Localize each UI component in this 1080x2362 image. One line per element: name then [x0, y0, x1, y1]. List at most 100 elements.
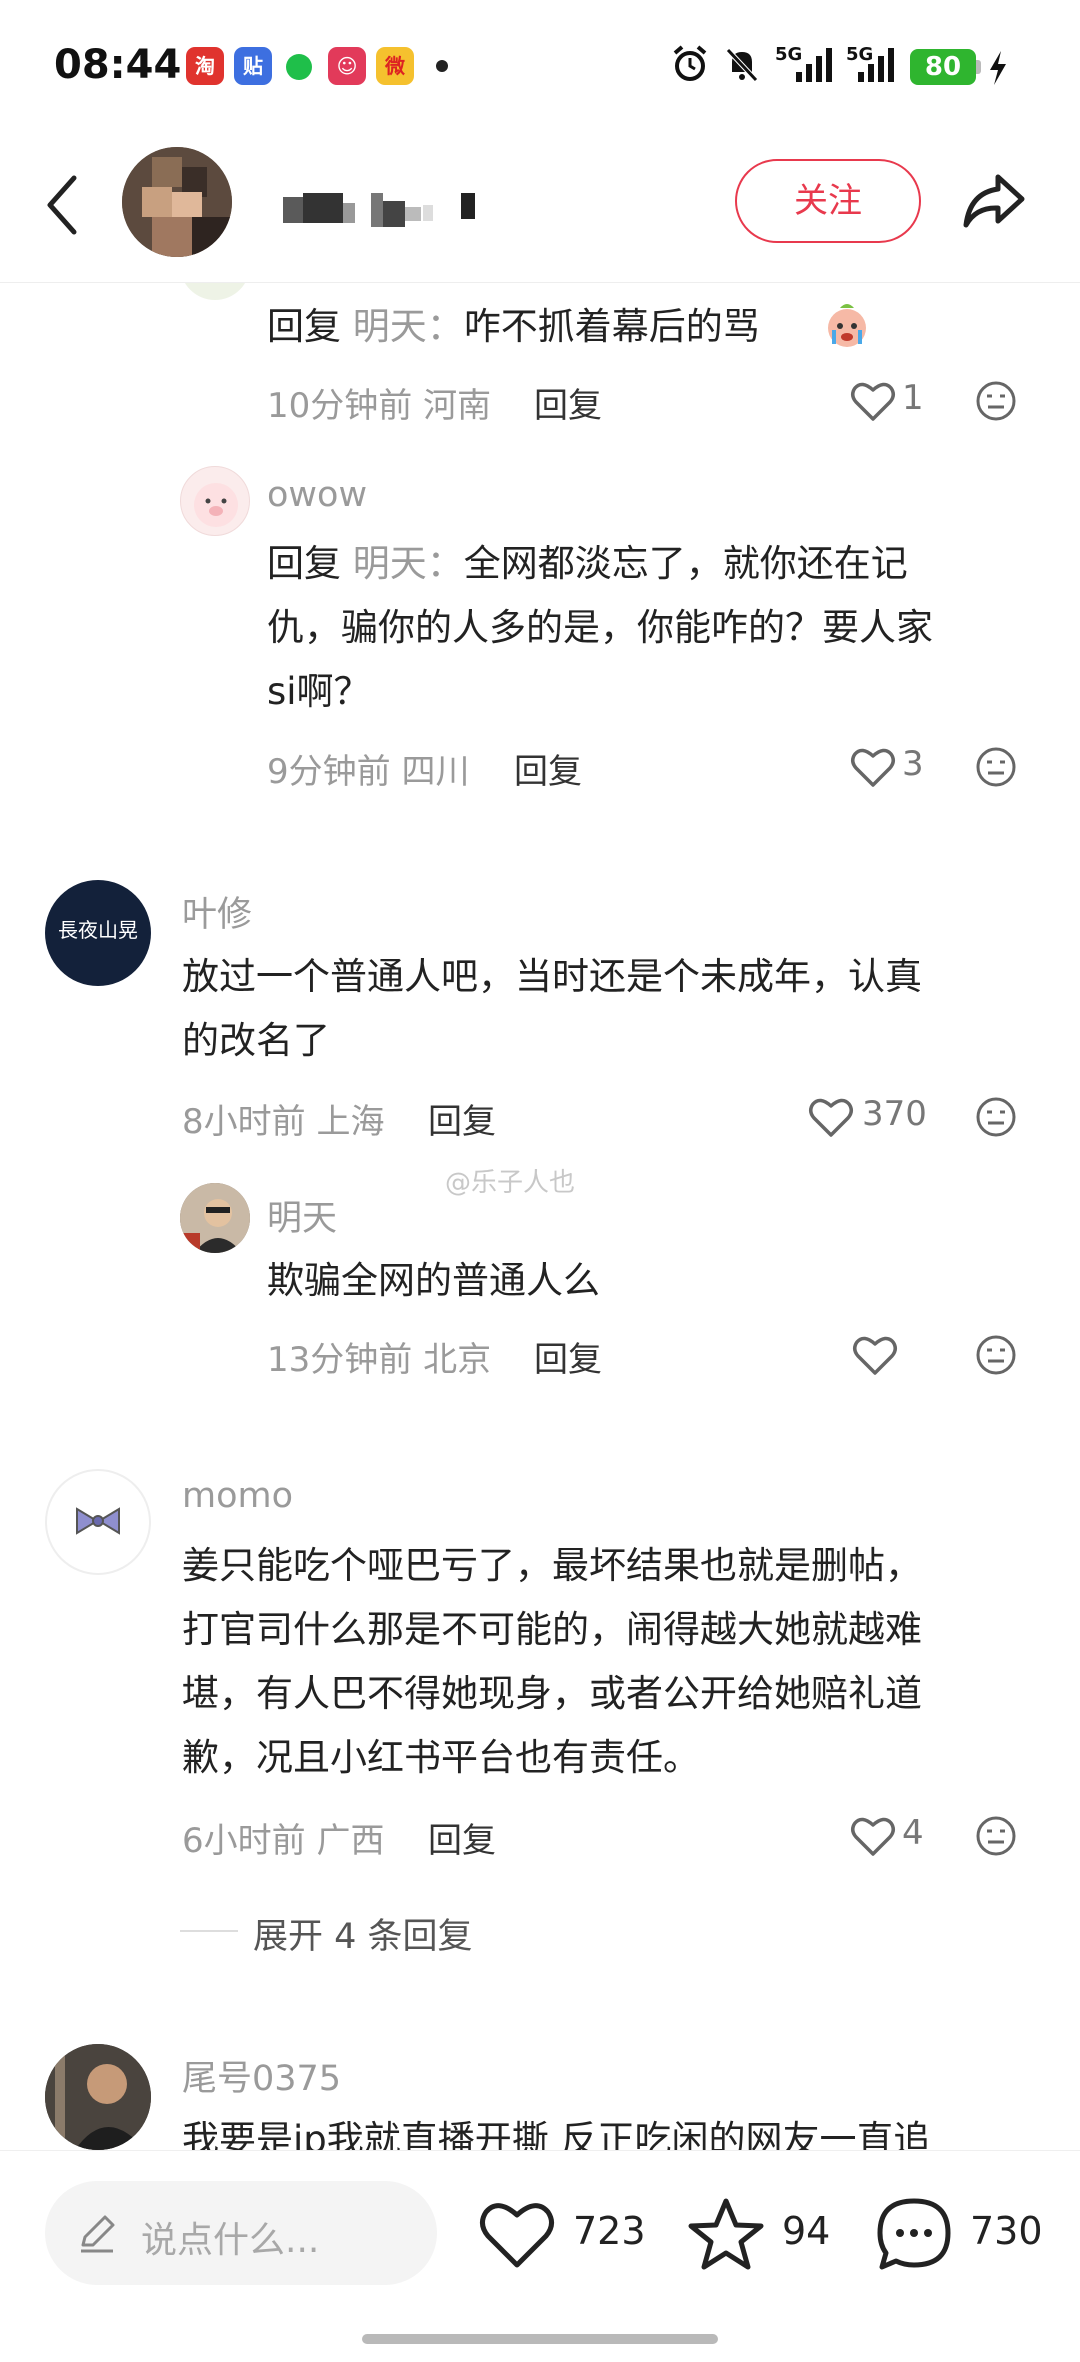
like-heart-icon[interactable]	[850, 744, 896, 790]
like-count: 4	[902, 1813, 924, 1853]
commenter-name[interactable]: 叶修	[182, 886, 252, 937]
reply-prefix: 回复	[267, 542, 341, 585]
owow-avatar[interactable]	[180, 466, 250, 536]
mingtian-avatar[interactable]	[180, 1183, 250, 1253]
comment-body-line1: 姜只能吃个哑巴亏了，最坏结果也就是删帖，	[182, 1544, 922, 1587]
comment-time: 6小时前	[182, 1821, 306, 1861]
momo-avatar[interactable]	[45, 1469, 151, 1575]
header-bar: 关注	[0, 135, 1080, 283]
comment-meta: 8小时前 上海	[182, 1094, 384, 1143]
comment-body-line1: 放过一个普通人吧，当时还是个未成年，认真	[182, 955, 922, 998]
comment-body-line3: si啊？	[267, 670, 371, 713]
comment-meta: 6小时前 广西	[182, 1813, 384, 1862]
comment-body-line2: 打官司什么那是不可能的，闹得越大她就越难	[182, 1608, 922, 1651]
comment-location: 北京	[423, 1340, 492, 1380]
person-photo-image	[45, 2044, 151, 2150]
reply-prefix: 回复	[267, 305, 341, 348]
commenter-name[interactable]: 尾号0375	[182, 2050, 341, 2101]
status-bar: 08:44 淘 贴 ☺ 微 5G 5G 80	[0, 0, 1080, 135]
dislike-face-icon[interactable]	[975, 1815, 1017, 1857]
expand-divider	[180, 1930, 238, 1932]
commenter-name[interactable]: owow	[267, 475, 367, 515]
weihao-avatar[interactable]	[45, 2044, 151, 2150]
pen-icon	[81, 2215, 115, 2253]
battery-tip	[976, 60, 981, 74]
comment-body-line4: 歉，况且小红书平台也有责任。	[182, 1736, 700, 1779]
post-comment-count: 730	[970, 2209, 1043, 2253]
comment-location: 上海	[316, 1102, 385, 1142]
pig-cartoon-icon	[194, 483, 238, 527]
reply-to-name[interactable]: 明天：	[353, 542, 464, 585]
comment-text: 回复 明天：全网都淡忘了，就你还在记	[267, 532, 908, 596]
status-time: 08:44	[54, 42, 182, 88]
share-icon[interactable]	[958, 165, 1030, 235]
like-heart-icon[interactable]	[850, 378, 896, 424]
reply-to-name[interactable]: 明天：	[353, 305, 464, 348]
comment-body-line2: 仇，骗你的人多的是，你能咋的？要人家	[267, 606, 933, 649]
comment-location: 四川	[401, 752, 470, 792]
comment-time: 9分钟前	[267, 752, 391, 792]
signal-bars-icon-2	[858, 48, 894, 82]
weibo-app-icon: 微	[376, 47, 414, 85]
dislike-face-icon[interactable]	[975, 746, 1017, 788]
taobao-app-icon: 淘	[186, 47, 224, 85]
charging-icon	[990, 51, 1006, 85]
tieba-app-icon: 贴	[234, 47, 272, 85]
reply-button[interactable]: 回复	[428, 1813, 496, 1862]
like-heart-icon[interactable]	[852, 1332, 898, 1378]
comment-time: 10分钟前	[267, 386, 413, 426]
comment-bubble-icon[interactable]	[874, 2195, 954, 2275]
star-icon[interactable]	[686, 2195, 766, 2275]
like-heart-icon[interactable]	[808, 1094, 854, 1140]
post-like-count: 723	[573, 2209, 646, 2253]
bow-tie-icon	[76, 1507, 120, 1535]
yexiu-avatar[interactable]: 長夜山晃	[45, 880, 151, 986]
avatar-logo-text: 長夜山晃	[58, 918, 138, 942]
home-indicator[interactable]	[362, 2334, 718, 2344]
like-heart-icon[interactable]	[478, 2195, 556, 2275]
input-placeholder: 说点什么...	[141, 2220, 320, 2261]
commenter-name[interactable]: 明天	[267, 1190, 337, 1241]
comment-location: 广西	[316, 1821, 385, 1861]
comment-location: 河南	[423, 386, 492, 426]
like-count: 370	[862, 1094, 927, 1134]
wechat-app-icon	[286, 54, 312, 80]
dislike-face-icon[interactable]	[975, 380, 1017, 422]
comment-body: 欺骗全网的普通人么	[267, 1259, 600, 1302]
like-count: 1	[902, 378, 924, 418]
comment-input[interactable]: 说点什么...	[45, 2181, 437, 2285]
store-app-icon: ☺	[328, 47, 366, 85]
alarm-icon	[673, 45, 707, 81]
crying-emoji-icon	[828, 304, 866, 347]
comment-body-line3: 堪，有人巴不得她现身，或者公开给她赔礼道	[182, 1672, 922, 1715]
dislike-face-icon[interactable]	[975, 1096, 1017, 1138]
author-avatar[interactable]	[122, 147, 232, 257]
comment-meta: 10分钟前 河南	[267, 378, 491, 427]
like-heart-icon[interactable]	[850, 1813, 896, 1859]
comment-meta: 13分钟前 北京	[267, 1332, 491, 1381]
pixelated-avatar-image	[122, 147, 232, 257]
comment-text: 回复 明天：咋不抓着幕后的骂	[267, 295, 760, 359]
reply-button[interactable]: 回复	[428, 1094, 496, 1143]
reply-button[interactable]: 回复	[514, 744, 582, 793]
back-arrow-icon[interactable]	[38, 168, 88, 242]
expand-replies-button[interactable]: 展开 4 条回复	[253, 1908, 473, 1959]
comment-body-line1: 全网都淡忘了，就你还在记	[463, 542, 908, 585]
follow-button[interactable]: 关注	[735, 159, 921, 243]
comment-time: 8小时前	[182, 1102, 306, 1142]
author-name-redacted[interactable]	[283, 193, 493, 227]
person-photo-image	[180, 1183, 250, 1253]
comment-meta: 9分钟前 四川	[267, 744, 469, 793]
commenter-name[interactable]: momo	[182, 1476, 293, 1516]
bottom-action-bar: 说点什么... 723 94 730	[0, 2150, 1080, 2362]
like-count: 3	[902, 744, 924, 784]
comment-time: 13分钟前	[267, 1340, 413, 1380]
reply-button[interactable]: 回复	[534, 378, 602, 427]
comment-body-line2: 的改名了	[182, 1019, 330, 1062]
dislike-face-icon[interactable]	[975, 1334, 1017, 1376]
weibo-watermark: @乐子人也	[445, 1168, 576, 1198]
battery-indicator: 80	[910, 49, 976, 85]
signal-bars-icon-1	[796, 48, 832, 82]
reply-button[interactable]: 回复	[534, 1332, 602, 1381]
more-notifications-icon	[436, 60, 448, 72]
